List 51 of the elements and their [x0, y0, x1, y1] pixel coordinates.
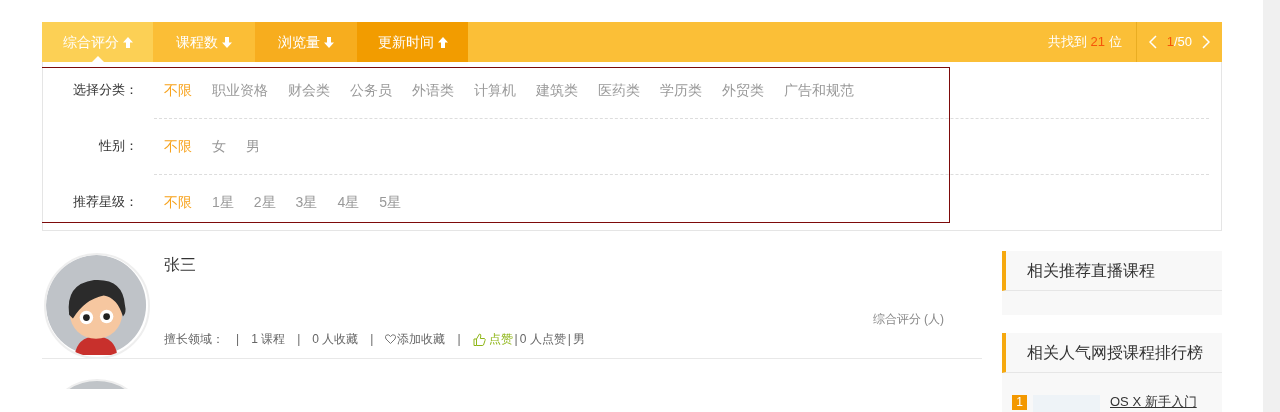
filter-option[interactable]: 医药类 — [598, 79, 640, 101]
chevron-right-icon — [1202, 35, 1210, 49]
filter-option[interactable]: 广告和规范 — [784, 79, 854, 101]
filter-option[interactable]: 不限 — [164, 136, 192, 157]
filter-option[interactable]: 外贸类 — [722, 79, 764, 101]
result-count: 共找到 21 位 — [1047, 33, 1122, 52]
heart-icon — [385, 334, 397, 344]
filter-option[interactable]: 学历类 — [660, 79, 702, 101]
filter-option[interactable]: 外语类 — [412, 79, 454, 101]
filter-option[interactable]: 4星 — [337, 192, 360, 213]
stat-text: 擅长领域： — [164, 331, 224, 348]
stat-text: 0 人点赞 — [519, 331, 566, 348]
panel-title: 相关推荐直播课程 — [1002, 251, 1222, 291]
filter-option[interactable]: 1星 — [212, 192, 234, 213]
filter-option[interactable]: 男 — [246, 136, 260, 157]
filter-option[interactable]: 计算机 — [474, 79, 516, 101]
add-favorite-link[interactable]: 添加收藏 — [385, 330, 446, 348]
filter-option[interactable]: 财会类 — [288, 79, 330, 101]
filter-option[interactable]: 2星 — [253, 192, 276, 213]
filter-label: 推荐星级： — [72, 193, 139, 212]
separator: | — [370, 331, 374, 348]
separator: | — [457, 331, 461, 348]
filter-option[interactable]: 5星 — [379, 192, 401, 213]
rating-label: 综合评分 (人) — [872, 311, 944, 328]
stat-text: 1 课程 — [251, 331, 286, 348]
thumbs-up-icon — [472, 332, 486, 346]
like-link[interactable]: 点赞 — [472, 330, 513, 348]
chevron-left-icon — [1148, 35, 1157, 49]
filter-label: 性别： — [98, 137, 139, 156]
stat-text: 男 — [572, 331, 585, 348]
panel-title: 相关人气网授课程排行榜 — [1002, 333, 1222, 373]
filter-option[interactable]: 建筑类 — [536, 79, 578, 101]
filter-option[interactable]: 不限 — [164, 192, 192, 213]
teacher-name[interactable]: 张三 — [164, 253, 982, 277]
filter-option[interactable]: 女 — [212, 136, 226, 157]
stat-text: 0 人收藏 — [312, 331, 359, 348]
course-link[interactable]: OS X 新手入门 — [1110, 395, 1197, 409]
separator: | — [297, 331, 301, 348]
pointer-icon — [91, 56, 104, 62]
rank-number: 1 — [1012, 395, 1027, 410]
filter-option[interactable]: 职业资格 — [212, 79, 268, 101]
filter-option[interactable]: 公务员 — [350, 79, 392, 101]
separator: | — [236, 331, 240, 348]
sort-tab[interactable]: 更新时间 — [357, 22, 468, 62]
separator: | — [566, 331, 572, 348]
filter-label: 选择分类： — [72, 81, 139, 100]
page-indicator: 1/50 — [1166, 33, 1192, 52]
sort-tab[interactable]: 浏览量 — [255, 22, 357, 62]
filter-option[interactable]: 不限 — [164, 79, 192, 101]
separator: | — [513, 331, 519, 348]
filter-option[interactable]: 3星 — [295, 192, 318, 213]
